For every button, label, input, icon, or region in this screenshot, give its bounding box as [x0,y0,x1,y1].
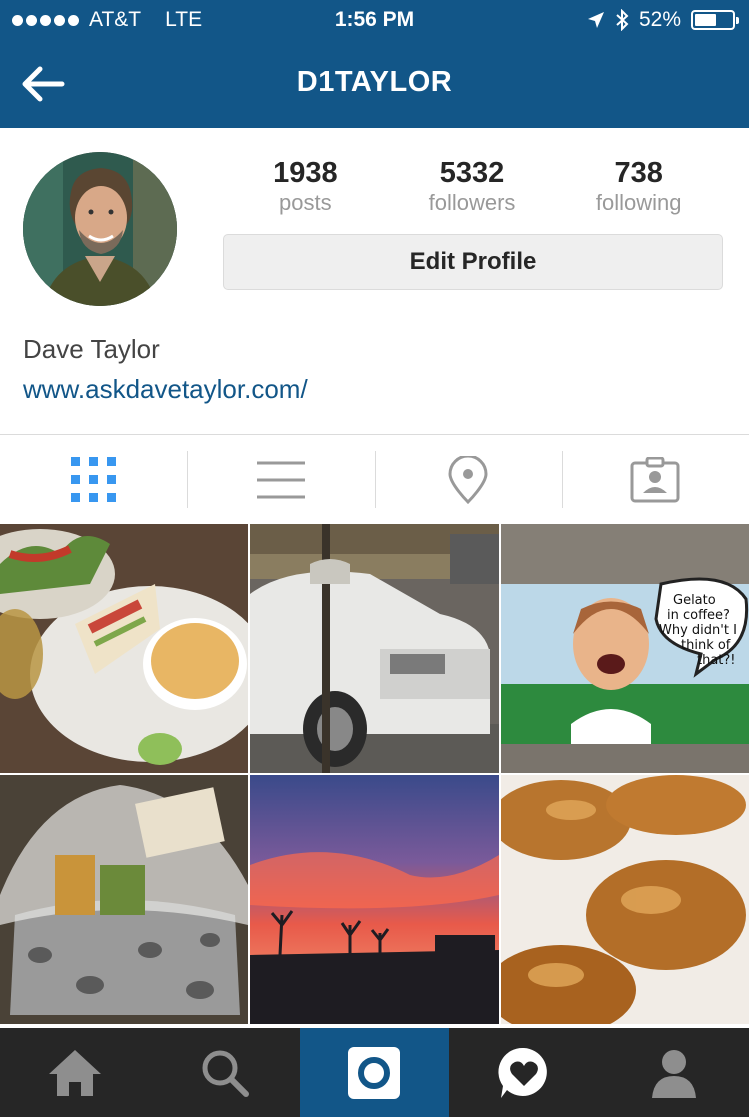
tab-tagged[interactable] [561,435,749,524]
caption-line: in coffee? [667,608,730,623]
photo-tile[interactable] [501,775,749,1024]
following-stat[interactable]: 738 following [555,156,722,216]
grid-icon [70,456,116,502]
nav-home[interactable] [0,1028,150,1117]
avatar-photo [23,152,177,306]
followers-stat[interactable]: 5332 followers [389,156,556,216]
location-arrow-icon [587,12,604,28]
bottom-nav [0,1028,749,1117]
search-icon [202,1050,249,1097]
caption-line: that?! [697,653,736,668]
battery-icon [691,10,739,30]
photo-elf-gelato: Gelato in coffee? Why didn't I think of … [501,524,749,773]
list-icon [256,461,305,498]
tab-grid[interactable] [0,435,187,524]
avatar[interactable] [23,152,177,306]
nav-search[interactable] [150,1028,300,1117]
tab-location[interactable] [374,435,562,524]
home-icon [48,1049,101,1096]
camera-icon [348,1046,401,1099]
followers-count: 5332 [439,157,505,189]
top-bar: AT&T LTE 1:56 PM 52% D1TAYLOR [0,0,749,128]
photo-tile[interactable] [0,524,248,773]
status-bar: AT&T LTE 1:56 PM 52% [0,0,749,40]
nav-activity[interactable] [449,1028,599,1117]
profile-icon [652,1049,697,1098]
following-label: following [595,190,682,215]
photo-tile[interactable]: Gelato in coffee? Why didn't I think of … [501,524,749,773]
photo-gift-basket [0,775,248,1024]
photo-grid: Gelato in coffee? Why didn't I think of … [0,524,749,1028]
photo-snowy-car [250,524,499,773]
battery-percent: 52% [638,8,681,31]
nav-camera[interactable] [299,1028,450,1117]
followers-label: followers [428,190,516,215]
profile-view-tabs [0,434,749,524]
page-title: D1TAYLOR [296,66,453,98]
photo-wrap-soup [0,524,248,773]
profile-stats: 1938 posts 5332 followers 738 following [222,156,722,216]
activity-heart-icon [498,1047,548,1098]
tab-list[interactable] [187,435,374,524]
edit-profile-button[interactable]: Edit Profile [223,234,723,290]
profile-website-link[interactable]: www.askdavetaylor.com/ [23,374,308,405]
photo-sunset [250,775,499,1024]
caption-line: think of [681,638,731,653]
photo-latkes [501,775,749,1024]
caption-line: Why didn't I [659,623,737,638]
tagged-person-icon [630,456,680,502]
nav-profile[interactable] [599,1028,749,1117]
following-count: 738 [614,157,663,189]
caption-line: Gelato [673,593,716,608]
status-right: 52% [587,8,739,32]
posts-label: posts [279,190,332,215]
bluetooth-icon [616,9,629,31]
photo-tile[interactable] [0,775,248,1024]
location-pin-icon [448,455,488,504]
posts-stat[interactable]: 1938 posts [222,156,389,216]
photo-tile[interactable] [250,775,499,1024]
profile-full-name: Dave Taylor [23,334,160,364]
posts-count: 1938 [273,157,338,189]
photo-tile[interactable] [250,524,499,773]
